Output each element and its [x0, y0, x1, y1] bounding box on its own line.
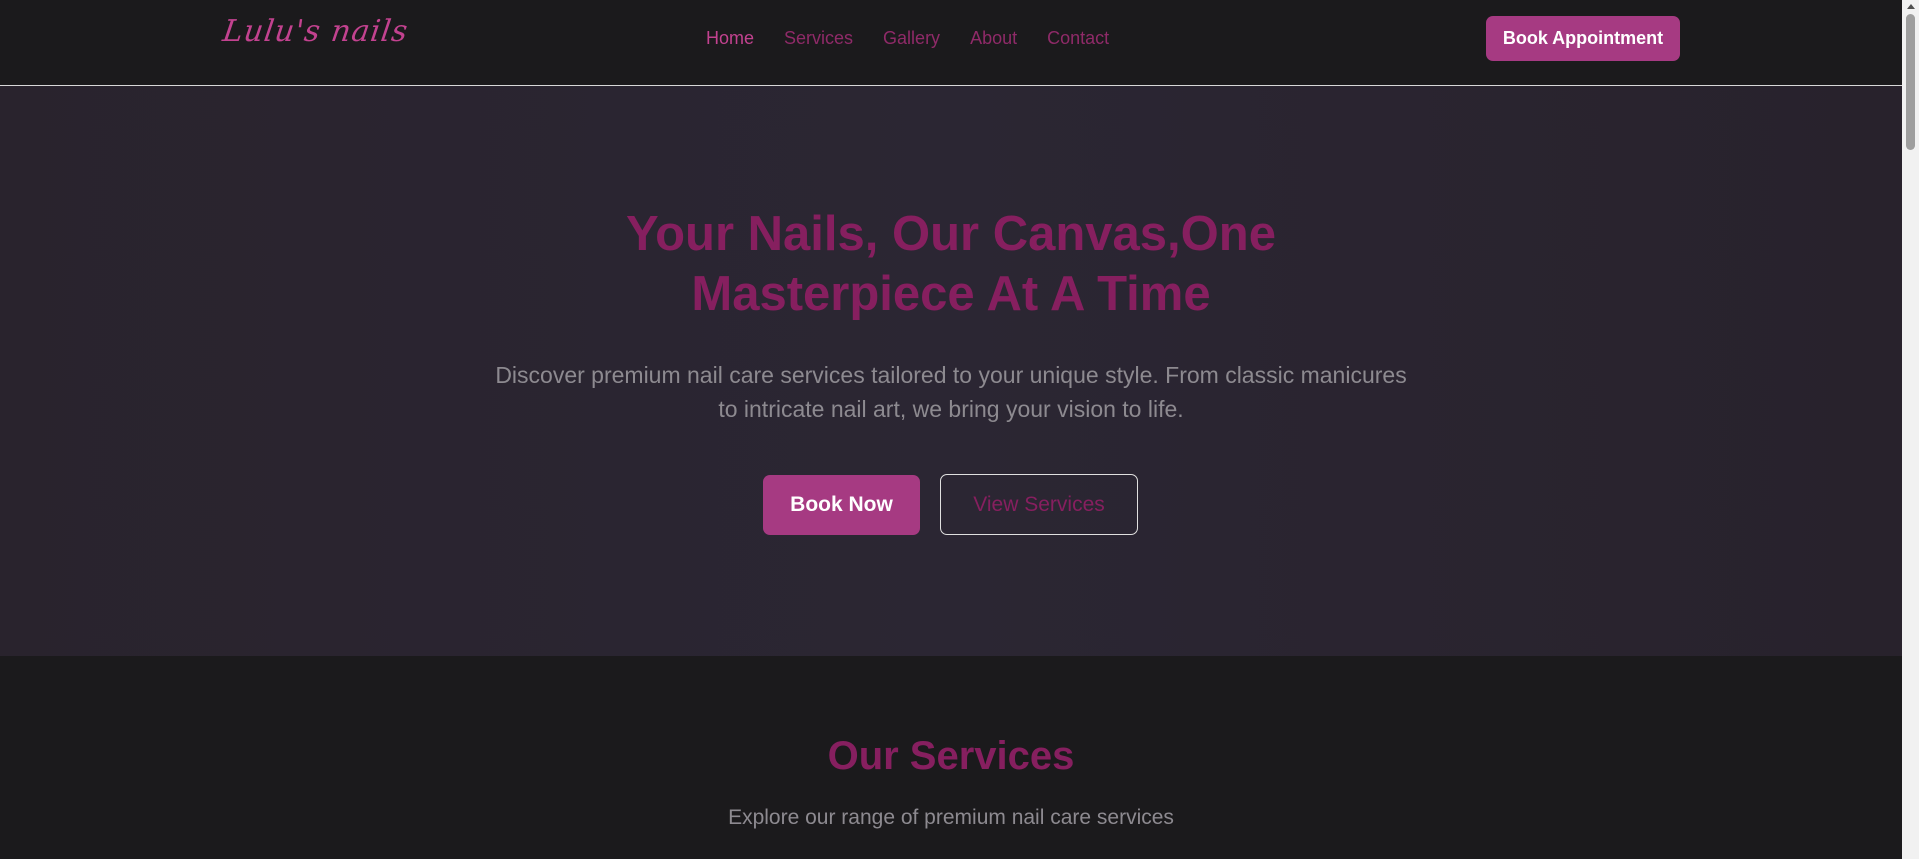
nav-link-contact[interactable]: Contact [1047, 28, 1109, 49]
hero-subtitle-line-1: Discover premium nail care services tail… [495, 362, 1407, 388]
hero-section: Your Nails, Our Canvas,One Masterpiece A… [0, 86, 1902, 656]
nav-link-about[interactable]: About [970, 28, 1017, 49]
book-appointment-button[interactable]: Book Appointment [1486, 16, 1680, 61]
view-services-button[interactable]: View Services [940, 474, 1138, 535]
services-subtitle: Explore our range of premium nail care s… [728, 806, 1174, 829]
hero-subtitle-line-2: to intricate nail art, we bring your vis… [718, 396, 1184, 422]
services-title: Our Services [827, 734, 1075, 778]
hero-title-line-2: Masterpiece At A Time [691, 267, 1211, 321]
brand-logo[interactable]: Lulu's nails [221, 14, 411, 49]
scroll-up-arrow-icon[interactable] [1902, 0, 1919, 12]
hero-subtitle: Discover premium nail care services tail… [0, 358, 1902, 426]
nav-link-home[interactable]: Home [706, 28, 754, 49]
nav-link-services[interactable]: Services [784, 28, 853, 49]
nav-link-gallery[interactable]: Gallery [883, 28, 940, 49]
page: Lulu's nails Home Services Gallery About… [0, 0, 1902, 859]
nav-links: Home Services Gallery About Contact [706, 28, 1109, 49]
hero-title: Your Nails, Our Canvas,One Masterpiece A… [0, 204, 1902, 324]
vertical-scrollbar[interactable] [1902, 0, 1919, 859]
navbar: Lulu's nails Home Services Gallery About… [0, 0, 1902, 86]
scrollbar-thumb[interactable] [1906, 14, 1915, 150]
book-now-button[interactable]: Book Now [763, 475, 920, 535]
hero-title-line-1: Your Nails, Our Canvas,One [626, 207, 1276, 261]
